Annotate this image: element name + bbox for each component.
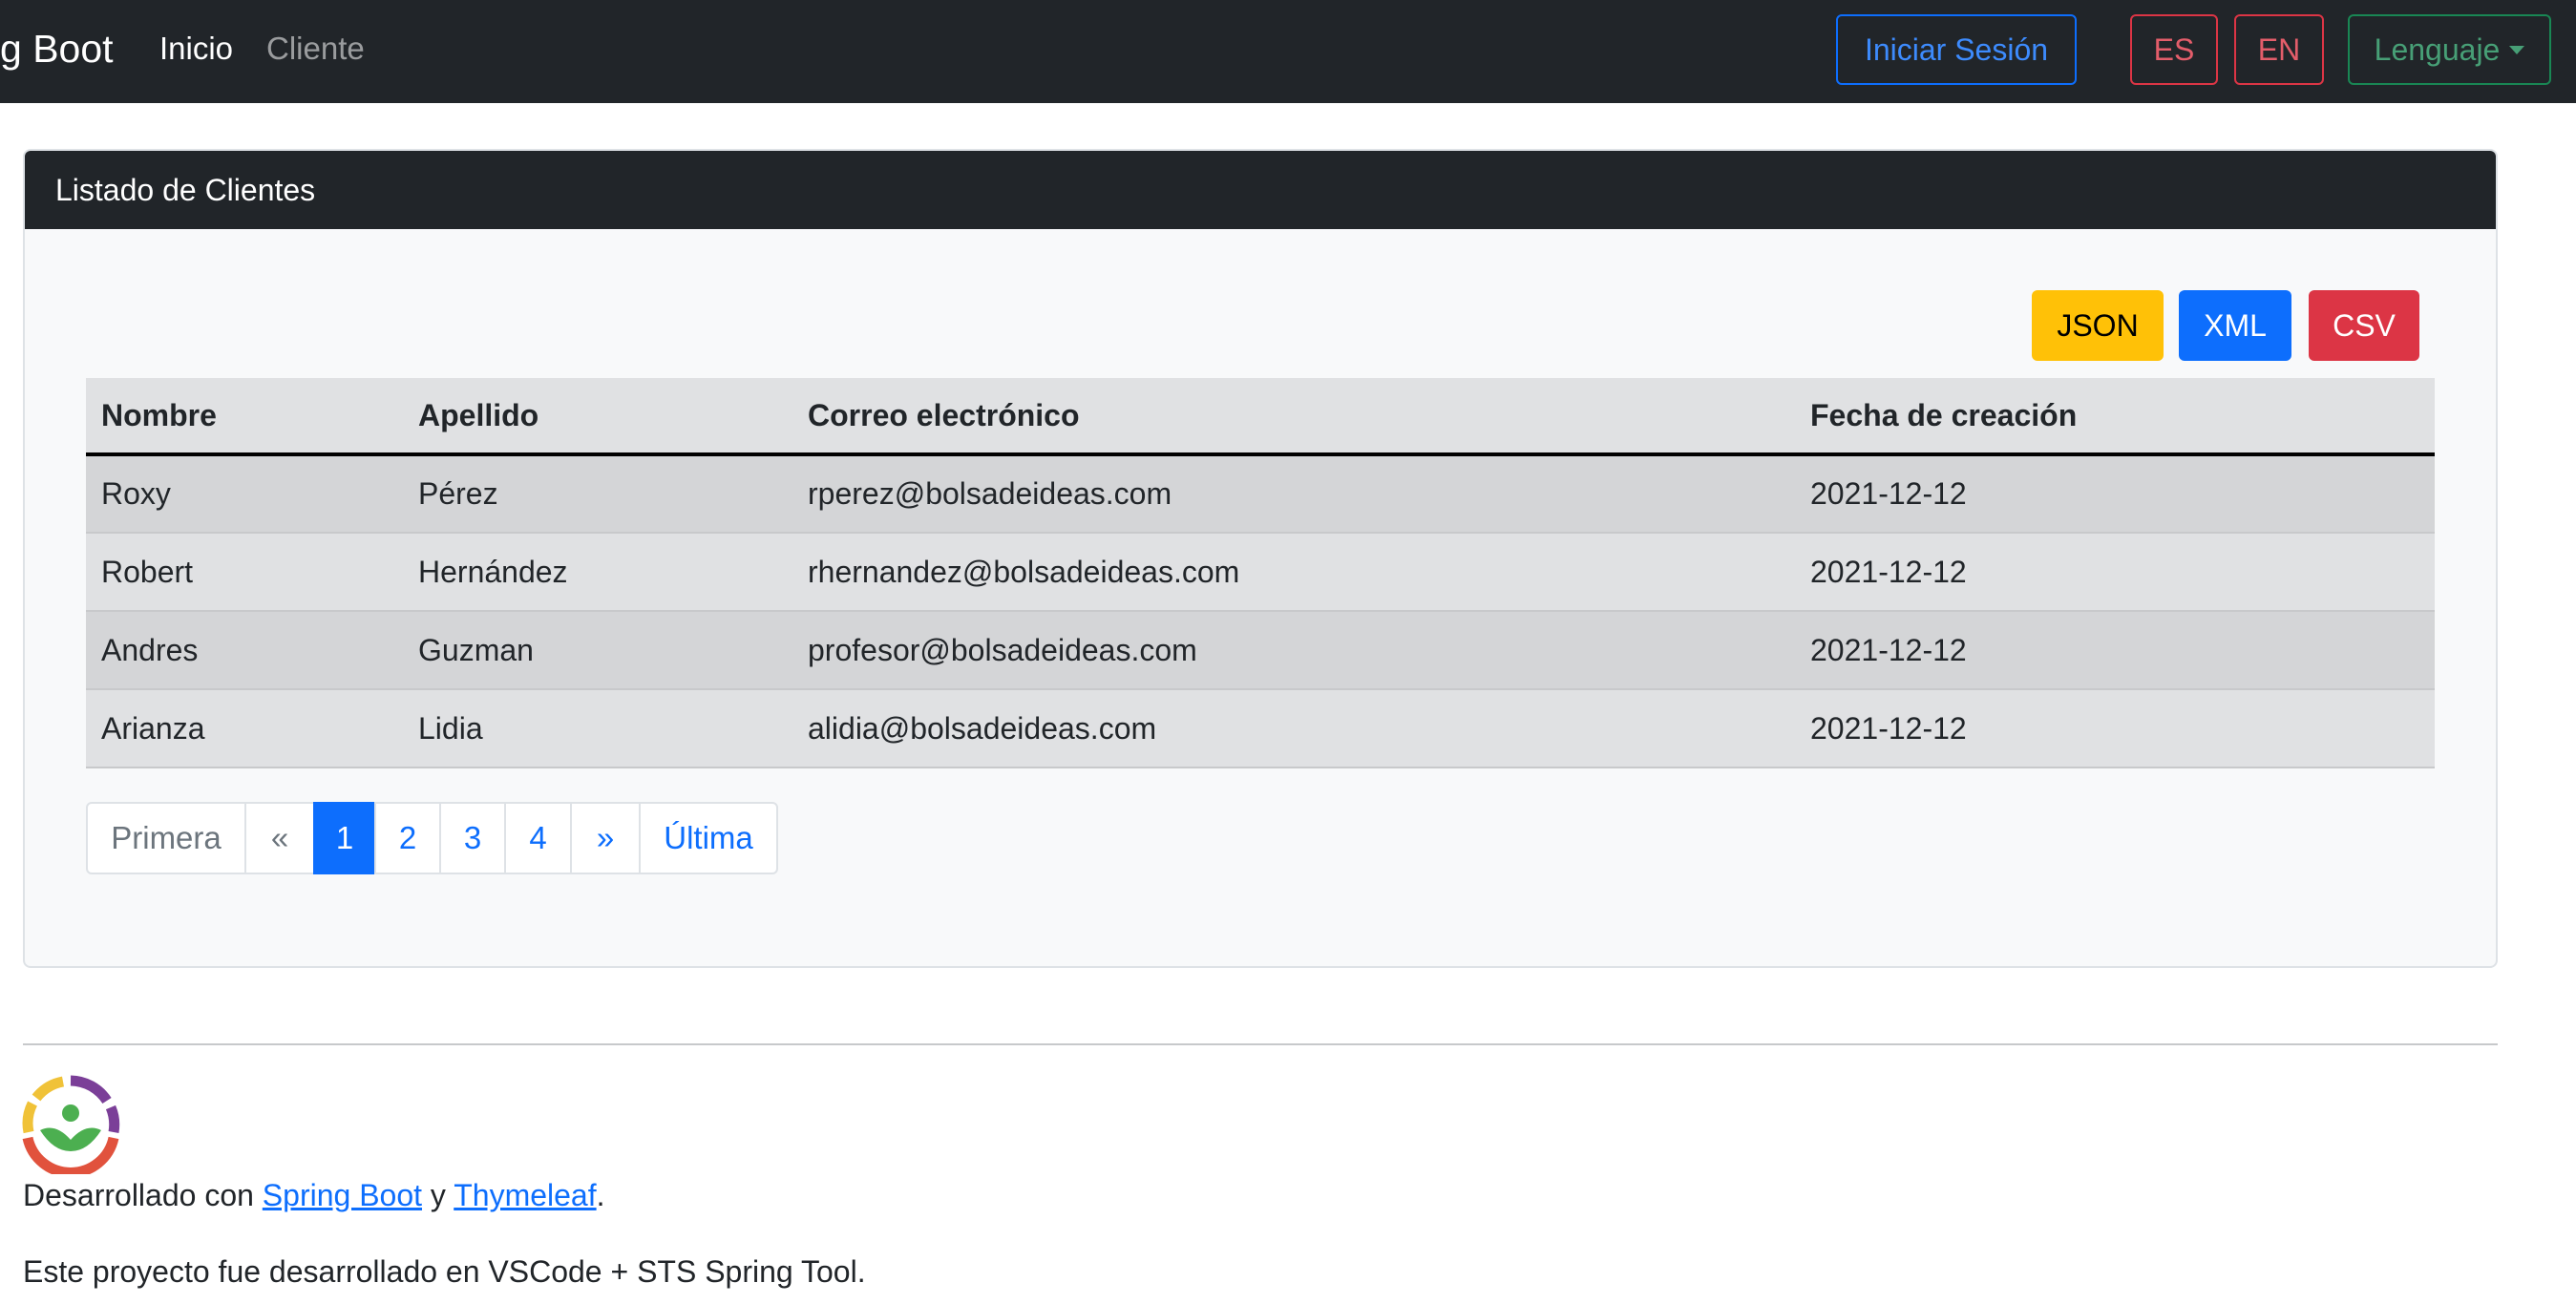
pagination-next[interactable]: » xyxy=(570,802,641,874)
pagination-page-3[interactable]: 3 xyxy=(439,802,506,874)
table-row: Andres Guzman profesor@bolsadeideas.com … xyxy=(86,611,2435,689)
caret-down-icon xyxy=(2509,45,2525,54)
card-header: Listado de Clientes xyxy=(25,151,2496,229)
cell-apellido: Pérez xyxy=(418,476,498,511)
pagination-first[interactable]: Primera xyxy=(86,802,246,874)
footer-developed-line: Desarrollado con Spring Boot y Thymeleaf… xyxy=(23,1178,605,1213)
table-header-row: Nombre Apellido Correo electrónico Fecha… xyxy=(86,378,2435,456)
cell-nombre: Arianza xyxy=(101,710,205,746)
pagination-page-2[interactable]: 2 xyxy=(374,802,441,874)
cell-nombre: Andres xyxy=(101,632,199,667)
footer-developed-prefix: Desarrollado con xyxy=(23,1178,263,1212)
cell-fecha: 2021-12-12 xyxy=(1810,710,1967,746)
language-dropdown-label: Lenguaje xyxy=(2374,32,2501,67)
pagination-page-4[interactable]: 4 xyxy=(504,802,572,874)
card-title: Listado de Clientes xyxy=(55,172,316,207)
cell-apellido: Guzman xyxy=(418,632,534,667)
lang-es-button[interactable]: ES xyxy=(2130,14,2218,85)
footer-note: Este proyecto fue desarrollado en VSCode… xyxy=(23,1254,866,1289)
column-header-fecha: Fecha de creación xyxy=(1795,378,2435,456)
nav-link-cliente[interactable]: Cliente xyxy=(266,31,365,67)
column-header-correo: Correo electrónico xyxy=(792,378,1795,456)
clients-card: Listado de Clientes JSON XML CSV Nombre … xyxy=(23,149,2498,968)
language-dropdown[interactable]: Lenguaje xyxy=(2348,14,2551,85)
cell-correo: rperez@bolsadeideas.com xyxy=(808,476,1172,511)
cell-correo: profesor@bolsadeideas.com xyxy=(808,632,1197,667)
export-xml-button[interactable]: XML xyxy=(2179,290,2291,361)
pagination-page-1[interactable]: 1 xyxy=(313,802,376,874)
column-header-apellido: Apellido xyxy=(403,378,792,456)
footer-divider xyxy=(23,1043,2498,1045)
cell-fecha: 2021-12-12 xyxy=(1810,476,1967,511)
table-row: Robert Hernández rhernandez@bolsadeideas… xyxy=(86,533,2435,611)
pagination-last[interactable]: Última xyxy=(639,802,778,874)
pagination-prev[interactable]: « xyxy=(244,802,315,874)
table-row: Roxy Pérez rperez@bolsadeideas.com 2021-… xyxy=(86,454,2435,533)
nav-link-inicio[interactable]: Inicio xyxy=(159,31,233,67)
navbar: g Boot Inicio Cliente Iniciar Sesión ES … xyxy=(0,0,2576,103)
export-csv-button[interactable]: CSV xyxy=(2309,290,2419,361)
lang-en-button[interactable]: EN xyxy=(2234,14,2324,85)
footer-period: . xyxy=(596,1178,605,1212)
thymeleaf-link[interactable]: Thymeleaf xyxy=(454,1178,596,1212)
cell-correo: alidia@bolsadeideas.com xyxy=(808,710,1157,746)
navbar-brand[interactable]: g Boot xyxy=(0,27,114,72)
cell-apellido: Lidia xyxy=(418,710,483,746)
column-header-nombre: Nombre xyxy=(86,378,403,456)
export-json-button[interactable]: JSON xyxy=(2032,290,2164,361)
cell-nombre: Robert xyxy=(101,554,194,589)
footer-connector: y xyxy=(422,1178,454,1212)
cell-fecha: 2021-12-12 xyxy=(1810,554,1967,589)
spring-boot-link[interactable]: Spring Boot xyxy=(263,1178,422,1212)
pagination: Primera « 1 2 3 4 » Última xyxy=(86,802,778,874)
cell-fecha: 2021-12-12 xyxy=(1810,632,1967,667)
cell-correo: rhernandez@bolsadeideas.com xyxy=(808,554,1240,589)
cell-apellido: Hernández xyxy=(418,554,568,589)
clients-table-wrapper: Nombre Apellido Correo electrónico Fecha… xyxy=(86,378,2435,768)
table-row: Arianza Lidia alidia@bolsadeideas.com 20… xyxy=(86,689,2435,768)
cell-nombre: Roxy xyxy=(101,476,171,511)
clients-table: Nombre Apellido Correo electrónico Fecha… xyxy=(86,378,2435,768)
spring-logo-icon xyxy=(22,1075,120,1174)
login-button[interactable]: Iniciar Sesión xyxy=(1836,14,2077,85)
